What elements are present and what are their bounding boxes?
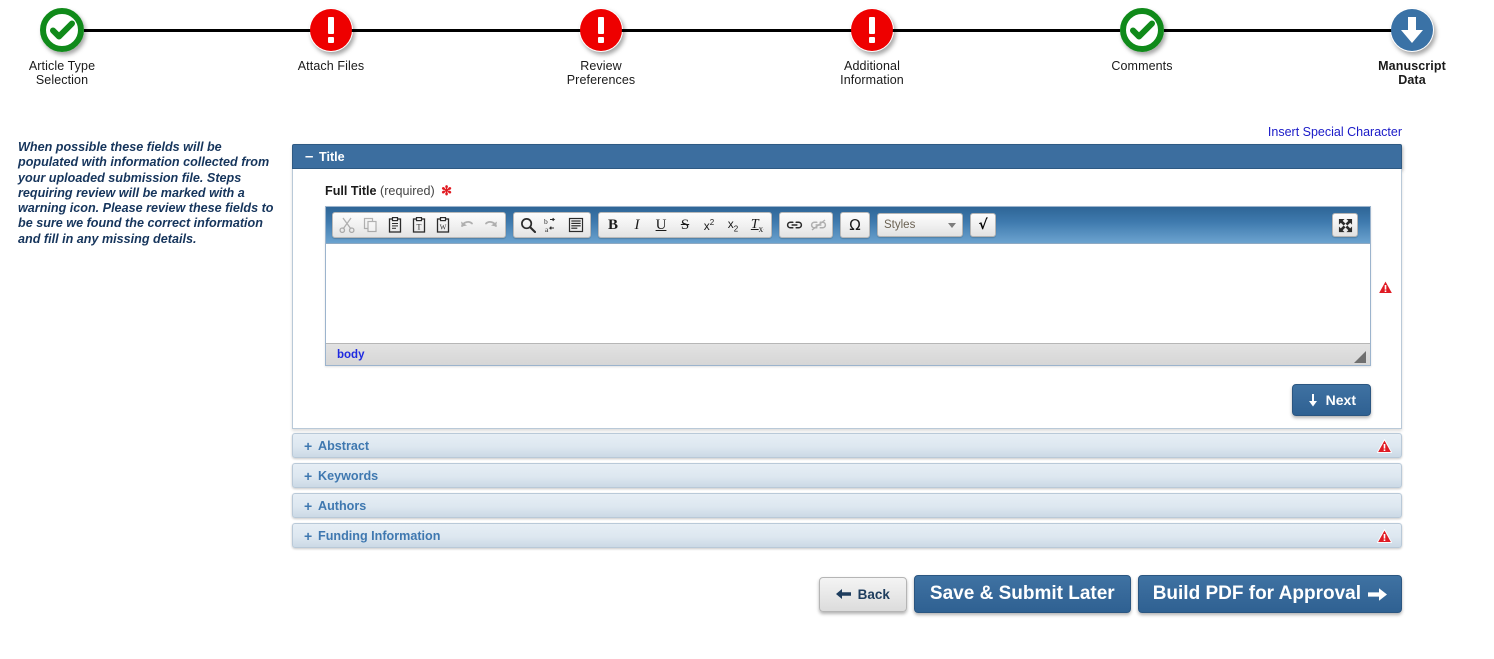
toolbar-group-links: [779, 212, 833, 238]
build-pdf-for-approval-button[interactable]: Build PDF for Approval: [1137, 575, 1402, 613]
build-button-label: Build PDF for Approval: [1152, 583, 1361, 604]
undo-icon: [455, 214, 479, 236]
svg-text:W: W: [440, 223, 447, 231]
redo-icon: [479, 214, 503, 236]
stepper-step-label: Attach Files: [297, 59, 365, 73]
panel-title: – Title Full Title (required) ✻ TWbaBIUS…: [292, 144, 1402, 429]
panel-header-funding-information[interactable]: + Funding Information: [292, 523, 1402, 548]
down-arrow-icon: [1307, 393, 1319, 407]
required-asterisk-icon: ✻: [441, 183, 453, 198]
full-title-label-bold: Full Title: [325, 184, 377, 198]
stepper-step-review-preferences[interactable]: Review Preferences: [521, 0, 681, 87]
panel-title-body: Full Title (required) ✻ T Wb a B I U Sx2 x2 Tx Ω…: [292, 169, 1402, 429]
panel-header-label: Abstract: [318, 438, 370, 453]
remove-format-icon[interactable]: Tx: [745, 214, 769, 236]
expand-plus-icon[interactable]: +: [304, 498, 318, 514]
replace-icon[interactable]: ba: [540, 214, 564, 236]
alert-circle-icon: [850, 8, 894, 52]
select-all-icon[interactable]: [564, 214, 588, 236]
omega-icon[interactable]: Ω: [843, 214, 867, 236]
editor-resize-handle[interactable]: [1354, 350, 1366, 363]
maximize-icon[interactable]: [1332, 213, 1358, 237]
toolbar-group-clipboard: TW: [332, 212, 506, 238]
next-button-label: Next: [1325, 392, 1356, 408]
stepper-step-article-type-selection[interactable]: Article Type Selection: [0, 0, 142, 87]
square-root-icon[interactable]: √: [970, 213, 996, 237]
bold-icon[interactable]: B: [601, 214, 625, 236]
collapse-minus-icon[interactable]: –: [305, 149, 319, 164]
back-button-label: Back: [857, 586, 890, 602]
save-button-label: Save & Submit Later: [929, 583, 1115, 604]
panel-title-label: Title: [319, 149, 345, 164]
panel-header-label: Keywords: [318, 468, 379, 483]
insert-special-character-link[interactable]: Insert Special Character: [1268, 125, 1402, 139]
warning-triangle-icon: [1376, 438, 1393, 453]
stepper-step-label: Comments: [1111, 59, 1173, 73]
full-title-rich-text-editor: T Wb a B I U Sx2 x2 Tx Ω Styles √ body: [325, 206, 1371, 366]
panel-header-abstract[interactable]: + Abstract: [292, 433, 1402, 458]
expand-plus-icon[interactable]: +: [304, 468, 318, 484]
editor-element-path-bar: body: [326, 343, 1370, 365]
warning-triangle-icon: [1377, 279, 1394, 294]
chevron-down-icon: [948, 222, 956, 228]
strikethrough-icon[interactable]: S: [673, 214, 697, 236]
panel-header-keywords[interactable]: + Keywords: [292, 463, 1402, 488]
stepper-step-attach-files[interactable]: Attach Files: [251, 0, 411, 73]
stepper-step-manuscript-data[interactable]: Manuscript Data: [1332, 0, 1492, 87]
panel-header-authors[interactable]: + Authors: [292, 493, 1402, 518]
editor-toolbar: T Wb a B I U Sx2 x2 Tx Ω Styles √: [326, 207, 1370, 244]
stepper-step-label: Article Type Selection: [28, 59, 96, 87]
check-circle-icon: [1120, 8, 1164, 52]
stepper-step-label: Manuscript Data: [1378, 59, 1446, 87]
italic-icon[interactable]: I: [625, 214, 649, 236]
manuscript-data-accordion: – Title Full Title (required) ✻ TWbaBIUS…: [292, 144, 1402, 553]
right-arrow-icon: [1368, 587, 1387, 602]
submission-progress-stepper: Article Type Selection Attach Files Review P…: [0, 0, 1494, 100]
full-title-label: Full Title (required) ✻: [325, 183, 1387, 199]
save-and-submit-later-button[interactable]: Save & Submit Later: [913, 575, 1131, 613]
superscript-icon[interactable]: x2: [697, 214, 721, 236]
subscript-icon[interactable]: x2: [721, 214, 745, 236]
title-next-row: Next: [325, 366, 1387, 416]
panel-title-header[interactable]: – Title: [292, 144, 1402, 294]
stepper-step-label: Review Preferences: [566, 59, 636, 87]
copy-icon: [359, 214, 383, 236]
stepper-step-label: Additional Information: [840, 59, 904, 87]
link-icon[interactable]: [782, 214, 806, 236]
back-button[interactable]: Back: [818, 576, 907, 612]
paste-icon[interactable]: [383, 214, 407, 236]
svg-text:T: T: [417, 222, 422, 231]
find-icon[interactable]: [516, 214, 540, 236]
cut-icon: [335, 214, 359, 236]
expand-plus-icon[interactable]: +: [304, 528, 318, 544]
full-title-required-text: (required): [380, 184, 435, 198]
alert-circle-icon: [309, 8, 353, 52]
next-button[interactable]: Next: [1291, 384, 1371, 416]
toolbar-group-search: ba: [513, 212, 591, 238]
left-arrow-icon: [835, 588, 851, 600]
stepper-step-additional-information[interactable]: Additional Information: [792, 0, 952, 87]
full-title-input[interactable]: [326, 244, 1370, 343]
panel-header-label: Funding Information: [318, 528, 441, 543]
paste-text-icon[interactable]: T: [407, 214, 431, 236]
element-path-body[interactable]: body: [337, 349, 364, 361]
styles-dropdown[interactable]: Styles: [877, 213, 963, 237]
stepper-step-comments[interactable]: Comments: [1062, 0, 1222, 73]
form-action-bar: Back Save & Submit Later Build PDF for A…: [292, 575, 1402, 613]
instructions-note: When possible these fields will be popul…: [18, 140, 274, 246]
unlink-icon: [806, 214, 830, 236]
expand-plus-icon[interactable]: +: [304, 438, 318, 454]
toolbar-group-basicstyles: B I U Sx2 x2 Tx: [598, 212, 772, 238]
warning-triangle-icon: [1376, 528, 1393, 543]
svg-text:a: a: [545, 225, 549, 233]
underline-icon[interactable]: U: [649, 214, 673, 236]
alert-circle-icon: [579, 8, 623, 52]
paste-word-icon[interactable]: W: [431, 214, 455, 236]
down-arrow-circle-icon: [1390, 8, 1434, 52]
panel-header-label: Authors: [318, 498, 367, 513]
styles-dropdown-label: Styles: [884, 219, 916, 231]
toolbar-group-specialchar: Ω: [840, 212, 870, 238]
check-circle-icon: [40, 8, 84, 52]
